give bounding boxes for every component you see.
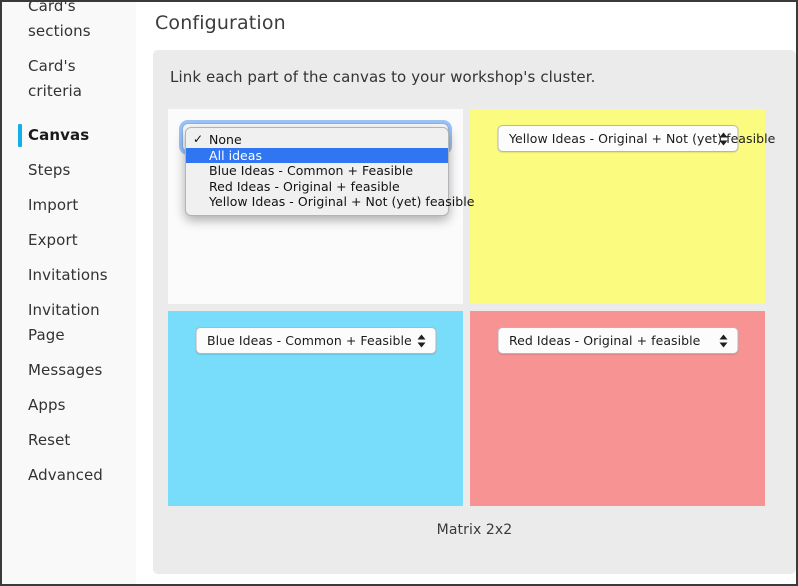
dropdown-option-red-ideas[interactable]: Red Ideas - Original + feasible: [186, 179, 448, 195]
select-wrapper-bottom-left: Blue Ideas - Common + Feasible: [195, 327, 436, 354]
cluster-select-value: Red Ideas - Original + feasible: [509, 333, 701, 348]
instruction-text: Link each part of the canvas to your wor…: [170, 68, 596, 86]
sidebar-item-label: Messages: [28, 361, 103, 379]
cluster-dropdown-menu[interactable]: ✓ None All ideas Blue Ideas - Common + F…: [185, 127, 474, 216]
sidebar-item-cards-criteria[interactable]: Card's criteria: [2, 54, 136, 104]
sidebar-item-label: Apps: [28, 396, 66, 414]
sidebar-item-messages[interactable]: Messages: [2, 358, 136, 382]
sidebar-item-label: Invitations: [28, 266, 108, 284]
sidebar-item-label: Advanced: [28, 466, 103, 484]
select-wrapper-top-right: Yellow Ideas - Original + Not (yet) feas…: [497, 125, 775, 152]
page-title: Configuration: [155, 12, 286, 34]
canvas-quadrant-top-right[interactable]: Yellow Ideas - Original + Not (yet) feas…: [470, 109, 775, 304]
sidebar-item-steps[interactable]: Steps: [2, 158, 136, 182]
cluster-select-value: Blue Ideas - Common + Feasible: [207, 333, 412, 348]
sidebar-item-apps[interactable]: Apps: [2, 393, 136, 417]
sidebar-item-advanced[interactable]: Advanced: [2, 463, 136, 487]
cluster-select-bottom-right[interactable]: Red Ideas - Original + feasible: [497, 327, 738, 354]
sidebar-item-import[interactable]: Import: [2, 193, 136, 217]
sidebar-item-label: Import: [28, 196, 79, 214]
dropdown-option-label: All ideas: [209, 147, 263, 163]
dropdown-option-label: Red Ideas - Original + feasible: [209, 178, 400, 194]
app-window: Card's sections Card's criteria Canvas S…: [0, 0, 798, 586]
select-wrapper-bottom-right: Red Ideas - Original + feasible: [497, 327, 738, 354]
dropdown-option-all-ideas[interactable]: All ideas: [186, 147, 448, 163]
sidebar-item-invitations[interactable]: Invitations: [2, 263, 136, 287]
sidebar-item-label: Canvas: [28, 126, 90, 144]
dropdown-option-label: None: [209, 132, 242, 147]
canvas-quadrant-top-left[interactable]: ✓ None All ideas Blue Ideas - Common + F…: [168, 109, 474, 304]
cluster-select-top-right[interactable]: Yellow Ideas - Original + Not (yet) feas…: [497, 125, 775, 152]
sidebar-item-label: Export: [28, 231, 78, 249]
sidebar-item-label: Invitation Page: [28, 301, 100, 344]
dropdown-option-label: Yellow Ideas - Original + Not (yet) feas…: [209, 194, 475, 209]
dropdown-option-blue-ideas[interactable]: Blue Ideas - Common + Feasible: [186, 163, 448, 179]
sidebar-item-invitation-page[interactable]: Invitation Page: [2, 298, 136, 348]
sidebar-item-export[interactable]: Export: [2, 228, 136, 252]
main-content: Configuration Link each part of the canv…: [136, 2, 796, 584]
check-icon: ✓: [193, 132, 204, 146]
cluster-select-bottom-left[interactable]: Blue Ideas - Common + Feasible: [195, 327, 436, 354]
active-indicator-bar: [18, 124, 22, 147]
sidebar-item-reset[interactable]: Reset: [2, 428, 136, 452]
canvas-matrix-grid: ✓ None All ideas Blue Ideas - Common + F…: [168, 109, 775, 506]
sidebar-item-canvas[interactable]: Canvas: [2, 123, 136, 147]
sidebar-item-label: Card's criteria: [28, 57, 83, 100]
stepper-arrows-icon: [719, 131, 728, 146]
stepper-arrows-icon: [417, 333, 426, 348]
dropdown-option-yellow-ideas[interactable]: Yellow Ideas - Original + Not (yet) feas…: [186, 194, 474, 210]
dropdown-option-none[interactable]: ✓ None: [186, 132, 448, 148]
stepper-arrows-icon: [719, 333, 728, 348]
sidebar-item-label: Steps: [28, 161, 71, 179]
dropdown-option-label: Blue Ideas - Common + Feasible: [209, 163, 414, 178]
configuration-panel: Link each part of the canvas to your wor…: [153, 50, 796, 574]
cluster-select-value: Yellow Ideas - Original + Not (yet) feas…: [509, 131, 776, 146]
canvas-quadrant-bottom-right[interactable]: Red Ideas - Original + feasible: [470, 311, 765, 506]
sidebar-item-label: Reset: [28, 431, 71, 449]
sidebar-item-cards-sections[interactable]: Card's sections: [2, 2, 136, 44]
sidebar-item-label: Card's sections: [28, 2, 91, 40]
settings-sidebar: Card's sections Card's criteria Canvas S…: [2, 2, 136, 584]
canvas-quadrant-bottom-left[interactable]: Blue Ideas - Common + Feasible: [168, 311, 463, 506]
canvas-caption: Matrix 2x2: [436, 522, 513, 538]
